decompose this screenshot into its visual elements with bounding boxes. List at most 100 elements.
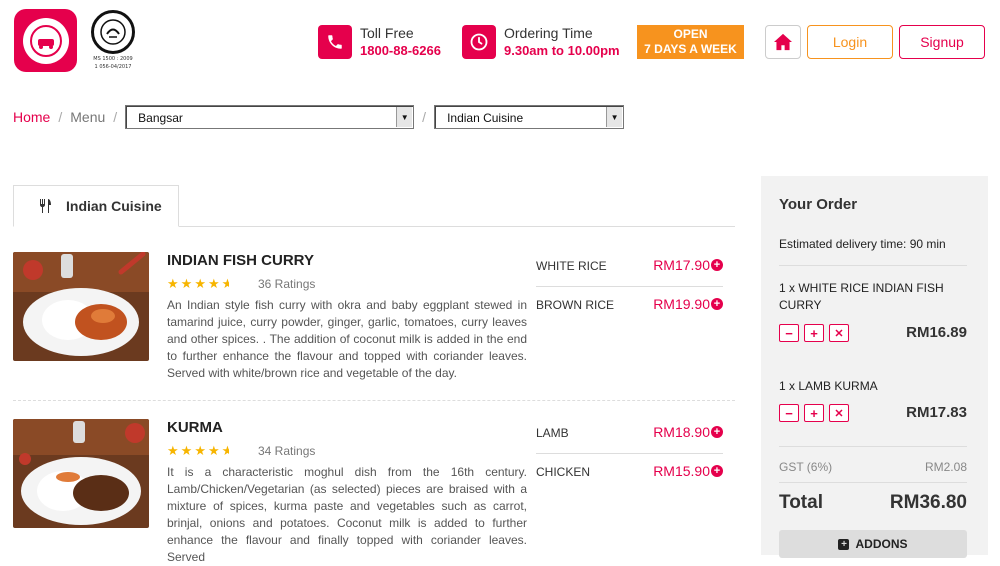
halal-seal-icon [91,10,135,54]
cuisine-select[interactable]: Indian Cuisine ▼ [434,105,625,129]
star-half-icon: ★ [222,443,229,459]
order-item-name: 1 x WHITE RICE INDIAN FISH CURRY [779,281,944,312]
order-panel: Your Order Estimated delivery time: 90 m… [761,176,988,558]
breadcrumb-menu: Menu [70,109,106,125]
ratings-count: 36 Ratings [258,277,316,291]
delivery-eta: Estimated delivery time: 90 min [779,237,946,251]
signup-button[interactable]: Signup [899,25,985,59]
minus-icon[interactable]: − [779,324,799,342]
ordering-time-value: 9.30am to 10.00pm [504,43,620,58]
home-icon [774,33,792,51]
option-label: BROWN RICE [536,298,614,312]
home-button[interactable] [765,25,801,59]
cuisine-tabs: Indian Cuisine [13,185,735,227]
option-price: RM15.90 [653,463,710,479]
logo-badge [22,17,69,64]
add-to-cart-icon[interactable]: + [711,298,723,310]
quantity-controls: − + ✕ [779,404,849,422]
plus-icon[interactable]: + [804,324,824,342]
breadcrumb-separator: / [113,109,118,125]
rating-stars: ★★★★★ [167,443,229,459]
tab-label: Indian Cuisine [66,198,162,214]
breadcrumb-home-link[interactable]: Home [13,109,50,125]
open-badge-line2: 7 DAYS A WEEK [644,42,737,56]
star-icon: ★ [194,276,208,291]
order-divider [779,265,967,266]
brand-logo[interactable] [14,9,77,72]
location-select[interactable]: Bangsar ▼ [125,105,415,129]
option-price: RM17.90 [653,257,710,273]
add-to-cart-icon[interactable]: + [711,259,723,271]
toll-free-label: Toll Free [360,25,414,41]
location-select-value: Bangsar [138,111,183,125]
gst-label: GST (6%) [779,460,833,474]
rating-stars: ★★★★★ [167,276,229,292]
ordering-time-label: Ordering Time [504,25,593,41]
dish-image[interactable] [13,252,149,361]
star-icon: ★ [207,276,222,291]
order-item-price: RM16.89 [906,324,967,341]
option-divider [536,453,723,454]
option-price: RM18.90 [653,424,710,440]
dropdown-arrow-icon[interactable]: ▼ [606,107,623,127]
dish-name[interactable]: INDIAN FISH CURRY [167,252,314,269]
ratings-count: 34 Ratings [258,444,316,458]
toll-free-info: Toll Free 1800-88-6266 [318,25,441,61]
option-label: CHICKEN [536,465,591,479]
dish-name[interactable]: KURMA [167,419,223,436]
order-divider [779,446,967,447]
addons-button[interactable]: + ADDONS [779,530,967,558]
order-item-price: RM17.83 [906,404,967,421]
order-item: 1 x WHITE RICE INDIAN FISH CURRY − + ✕ R… [779,280,967,342]
plus-square-icon: + [838,538,850,550]
menu-item: KURMA ★★★★★ 34 Ratings It is a character… [13,419,735,564]
gst-value: RM2.08 [924,460,967,474]
dish-description: It is a characteristic moghul dish from … [167,465,527,564]
halal-cert-line2: 1 056-04/2017 [94,64,132,70]
star-icon: ★ [167,276,181,291]
ordering-time-info: Ordering Time 9.30am to 10.00pm [462,25,620,61]
halal-cert-line1: MS 1500 : 2009 [93,56,133,62]
quantity-controls: − + ✕ [779,324,849,342]
site-header: MS 1500 : 2009 1 056-04/2017 Toll Free 1… [0,0,1000,90]
total-label: Total [779,492,823,513]
clock-icon [462,25,496,59]
gst-row: GST (6%) RM2.08 [779,460,967,474]
star-half-icon: ★ [222,276,229,292]
menu-divider [13,400,735,401]
order-title: Your Order [779,196,858,213]
toll-free-number[interactable]: 1800-88-6266 [360,41,441,61]
star-icon: ★ [167,443,181,458]
price-option[interactable]: WHITE RICE RM17.90 + [536,252,723,290]
remove-icon[interactable]: ✕ [829,404,849,422]
option-label: WHITE RICE [536,259,607,273]
login-button[interactable]: Login [807,25,893,59]
dish-description: An Indian style fish curry with okra and… [167,298,527,380]
tab-indian-cuisine[interactable]: Indian Cuisine [13,185,179,227]
breadcrumb: Home / Menu / Bangsar ▼ / Indian Cuisine… [13,105,625,129]
breadcrumb-separator: / [58,109,63,125]
halal-logo: MS 1500 : 2009 1 056-04/2017 [89,10,137,72]
open-badge-line1: OPEN [673,27,708,41]
open-badge: OPEN 7 DAYS A WEEK [637,25,744,59]
menu-item: INDIAN FISH CURRY ★★★★★ 36 Ratings An In… [13,252,735,392]
price-option[interactable]: BROWN RICE RM19.90 + [536,291,723,329]
option-label: LAMB [536,426,569,440]
add-to-cart-icon[interactable]: + [711,465,723,477]
dish-image[interactable] [13,419,149,528]
price-option[interactable]: CHICKEN RM15.90 + [536,458,723,496]
star-icon: ★ [207,443,222,458]
plus-icon[interactable]: + [804,404,824,422]
price-option[interactable]: LAMB RM18.90 + [536,419,723,457]
add-to-cart-icon[interactable]: + [711,426,723,438]
cuisine-select-value: Indian Cuisine [447,111,524,125]
phone-icon [318,25,352,59]
remove-icon[interactable]: ✕ [829,324,849,342]
minus-icon[interactable]: − [779,404,799,422]
option-divider [536,286,723,287]
breadcrumb-separator: / [422,109,427,125]
star-icon: ★ [180,276,195,291]
total-row: Total RM36.80 [779,492,967,514]
option-price: RM19.90 [653,296,710,312]
dropdown-arrow-icon[interactable]: ▼ [396,107,413,127]
